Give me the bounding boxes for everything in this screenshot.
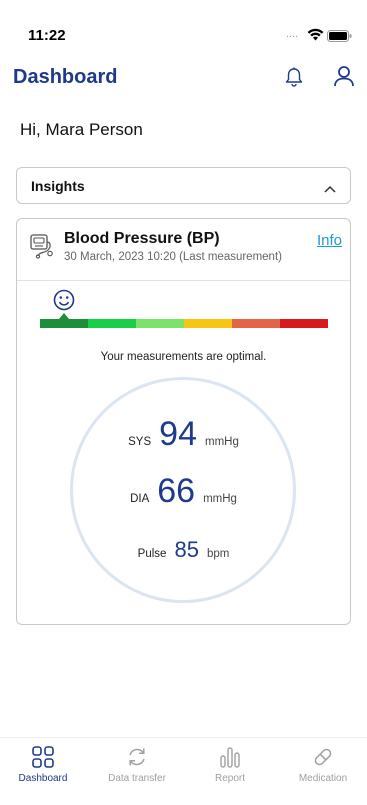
tab-data-transfer[interactable]: Data transfer [101,746,173,784]
pulse-label: Pulse [137,548,167,560]
scale-segment-3 [136,319,184,328]
status-bar: 11:22 .... [0,0,367,60]
greeting-text: Hi, Mara Person [20,120,143,139]
dia-value: 66 [157,472,196,510]
tab-bar: Dashboard Data transfer Report Medicatio… [0,737,367,805]
tab-report[interactable]: Report [194,746,266,784]
chevron-up-icon [324,180,336,198]
blood-pressure-card: Blood Pressure (BP) 30 March, 2023 10:20… [16,218,351,625]
tab-label: Data transfer [108,773,166,784]
sys-row: SYS 94 mmHg [17,415,350,454]
sync-icon [101,746,173,768]
signal-indicator: .... [286,28,299,40]
insights-dropdown[interactable]: Insights [16,167,351,204]
tab-label: Medication [298,773,348,784]
dia-unit: mmHg [203,493,237,505]
sys-label: SYS [128,436,152,448]
grid-icon [7,746,79,768]
dia-row: DIA 66 mmHg [17,472,350,511]
tab-dashboard[interactable]: Dashboard [7,746,79,784]
tab-label: Report [214,773,245,784]
blood-pressure-monitor-icon [30,233,54,264]
app-header: Dashboard [0,60,367,98]
status-message: Your measurements are optimal. [100,351,267,363]
bp-subtitle: 30 March, 2023 10:20 (Last measurement) [64,251,282,263]
insights-label: Insights [31,178,85,194]
tab-medication[interactable]: Medication [287,746,359,784]
scale-segment-2 [88,319,136,328]
card-header: Blood Pressure (BP) 30 March, 2023 10:20… [17,219,350,281]
bar-chart-icon [194,746,266,768]
scale-segment-5 [232,319,280,328]
dia-label: DIA [130,493,150,505]
user-icon[interactable] [333,65,355,92]
pill-icon [287,746,359,768]
scale-segment-4 [184,319,232,328]
bp-title: Blood Pressure (BP) [64,230,220,247]
battery-icon [327,29,352,47]
info-link[interactable]: Info [317,232,342,249]
tab-label: Dashboard [18,773,68,784]
scale-segment-1 [40,319,88,328]
scale-segment-6 [280,319,328,328]
pulse-value: 85 [174,537,199,562]
page-title: Dashboard [13,66,118,88]
wifi-icon [307,28,324,46]
smiley-icon [53,289,75,316]
pulse-unit: bpm [206,548,230,560]
status-time: 11:22 [28,27,66,44]
sys-value: 94 [159,415,197,453]
sys-unit: mmHg [204,436,239,448]
bell-icon[interactable] [285,67,303,92]
bp-scale [40,319,328,328]
pulse-row: Pulse 85 bpm [17,537,350,563]
